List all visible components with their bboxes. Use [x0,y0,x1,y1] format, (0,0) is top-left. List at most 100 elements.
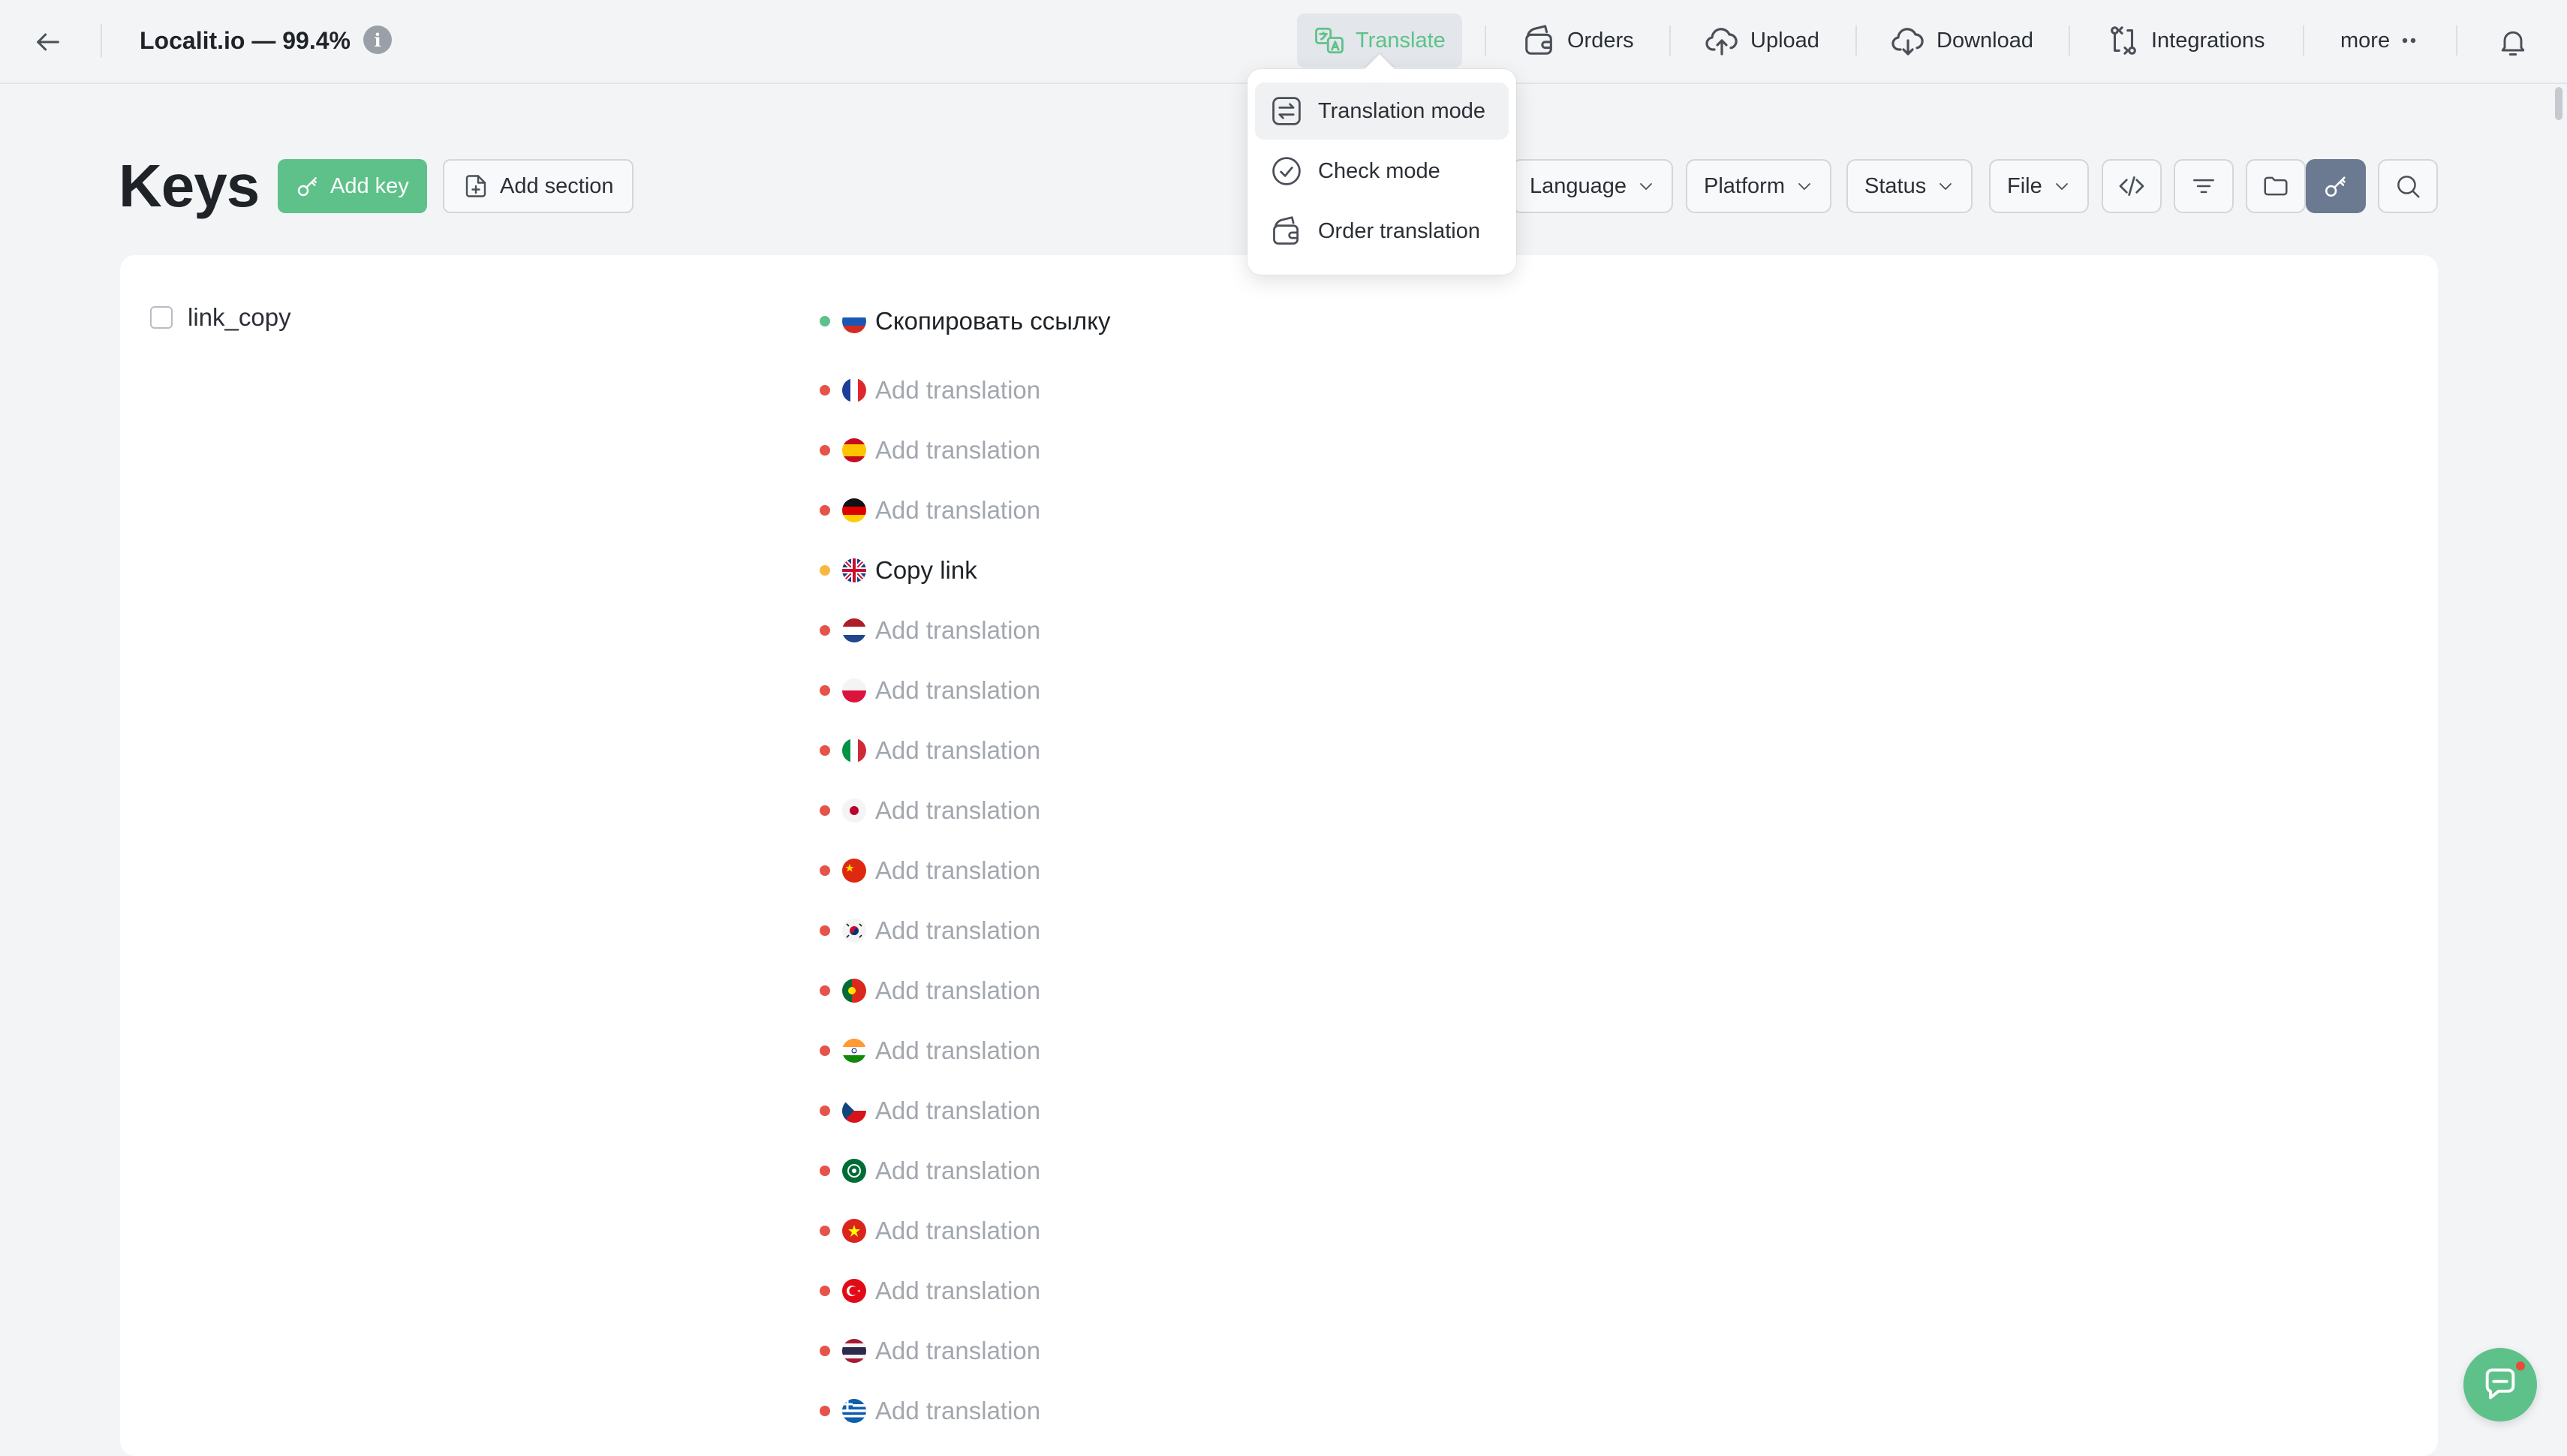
folder-view-button[interactable] [2246,159,2306,213]
translation-row-jp[interactable]: Add translation [820,781,1111,841]
translation-row-sa[interactable]: Add translation [820,1141,1111,1201]
keys-card [120,255,2438,1456]
status-dot [820,1226,830,1236]
translation-row-pl[interactable]: Add translation [820,660,1111,720]
add-translation-placeholder: Add translation [875,916,1041,944]
flag-sa-icon [842,1159,866,1183]
filter-button[interactable] [2174,159,2234,213]
flag-cn-icon [842,859,866,883]
divider [1485,26,1486,56]
translation-row-gb[interactable]: Copy link [820,540,1111,600]
nav-orders-label: Orders [1567,28,1634,53]
status-dot [820,805,830,816]
translation-row-kr[interactable]: Add translation [820,901,1111,961]
menu-item-order-translation[interactable]: Order translation [1255,203,1509,260]
nav-download[interactable]: Download [1890,14,2033,68]
back-arrow-icon[interactable] [27,21,69,63]
add-translation-placeholder: Add translation [875,1397,1041,1424]
status-dot [820,1045,830,1056]
nav-upload[interactable]: Upload [1704,14,1819,68]
chat-icon [2485,1368,2515,1400]
nav-integrations[interactable]: Integrations [2106,14,2265,68]
nav-more-label: more [2340,28,2391,53]
nav-orders[interactable]: Orders [1522,14,1634,68]
divider [2303,26,2304,56]
chat-button[interactable] [2463,1348,2537,1421]
status-dot [820,685,830,696]
translation-row-fr[interactable]: Add translation [820,360,1111,420]
chevron-down-icon [1640,183,1652,190]
translation-row-de[interactable]: Add translation [820,480,1111,540]
add-translation-placeholder: Add translation [875,616,1041,644]
key-checkbox[interactable] [150,306,173,329]
menu-item-translation-mode[interactable]: Translation mode [1255,83,1509,140]
translation-row-th[interactable]: Add translation [820,1321,1111,1381]
divider [101,24,102,57]
nav-download-label: Download [1937,28,2033,53]
translate-icon [1315,27,1344,54]
add-translation-placeholder: Add translation [875,1036,1041,1064]
info-icon[interactable]: i [363,26,392,54]
add-key-button[interactable]: Add key [278,159,427,213]
translation-row-vn[interactable]: Add translation [820,1201,1111,1261]
flag-fr-icon [842,378,866,402]
filter-file[interactable]: File [1989,159,2089,213]
add-translation-placeholder: Add translation [875,496,1041,524]
translation-row-pt[interactable]: Add translation [820,961,1111,1021]
translation-row-nl[interactable]: Add translation [820,600,1111,660]
code-view-button[interactable] [2102,159,2162,213]
add-translation-placeholder: Add translation [875,1097,1041,1124]
chevron-down-icon [2055,183,2068,190]
code-icon [2119,176,2144,196]
add-section-button[interactable]: Add section [443,159,633,213]
add-translation-placeholder: Add translation [875,1277,1041,1304]
nav-upload-label: Upload [1750,28,1819,53]
flag-cz-icon [842,1099,866,1123]
filter-label: Status [1864,173,1927,198]
menu-item-label: Order translation [1318,218,1480,243]
menu-item-label: Check mode [1318,158,1440,183]
translation-row-cn[interactable]: Add translation [820,841,1111,901]
scrollbar-thumb[interactable] [2555,87,2562,120]
flag-gr-icon [842,1399,866,1423]
folder-icon [2264,176,2288,196]
nav-more[interactable]: more [2340,14,2418,68]
check-circle-icon [1272,157,1301,185]
bell-icon[interactable] [2493,23,2532,62]
status-dot [820,1346,830,1356]
translation-row-gr[interactable]: Add translation [820,1381,1111,1441]
add-key-label: Add key [330,173,409,198]
translation-row-cz[interactable]: Add translation [820,1081,1111,1141]
filter-language[interactable]: Language [1512,159,1674,213]
filter-platform[interactable]: Platform [1686,159,1831,213]
status-dot [820,445,830,456]
key-row: link_copy [150,303,291,332]
flag-nl-icon [842,618,866,642]
search-button[interactable] [2378,159,2438,213]
key-view-button[interactable] [2306,159,2366,213]
translation-row-it[interactable]: Add translation [820,720,1111,781]
filter-status[interactable]: Status [1846,159,1973,213]
translation-row-tr[interactable]: Add translation [820,1261,1111,1321]
status-dot [820,565,830,576]
translations-list: Скопировать ссылку Add translation Add tra… [820,300,1111,1441]
flag-jp-icon [842,799,866,823]
translation-row-ru[interactable]: Скопировать ссылку [820,300,1111,342]
translation-row-es[interactable]: Add translation [820,420,1111,480]
flag-th-icon [842,1339,866,1363]
wallet-icon [1525,25,1552,55]
chevron-down-icon [1798,183,1810,190]
translation-row-in[interactable]: Add translation [820,1021,1111,1081]
add-translation-placeholder: Add translation [875,436,1041,464]
more-dots-icon [2402,38,2416,44]
page-title: Keys [119,152,260,219]
project-title: Localit.io — 99.4% [140,27,351,54]
divider [1855,26,1857,56]
swap-icon [1272,97,1301,125]
menu-item-check-mode[interactable]: Check mode [1255,143,1509,200]
menu-item-label: Translation mode [1318,98,1485,123]
flag-pl-icon [842,678,866,702]
status-dot [820,1106,830,1116]
add-translation-placeholder: Add translation [875,1337,1041,1364]
flag-kr-icon [842,919,866,943]
